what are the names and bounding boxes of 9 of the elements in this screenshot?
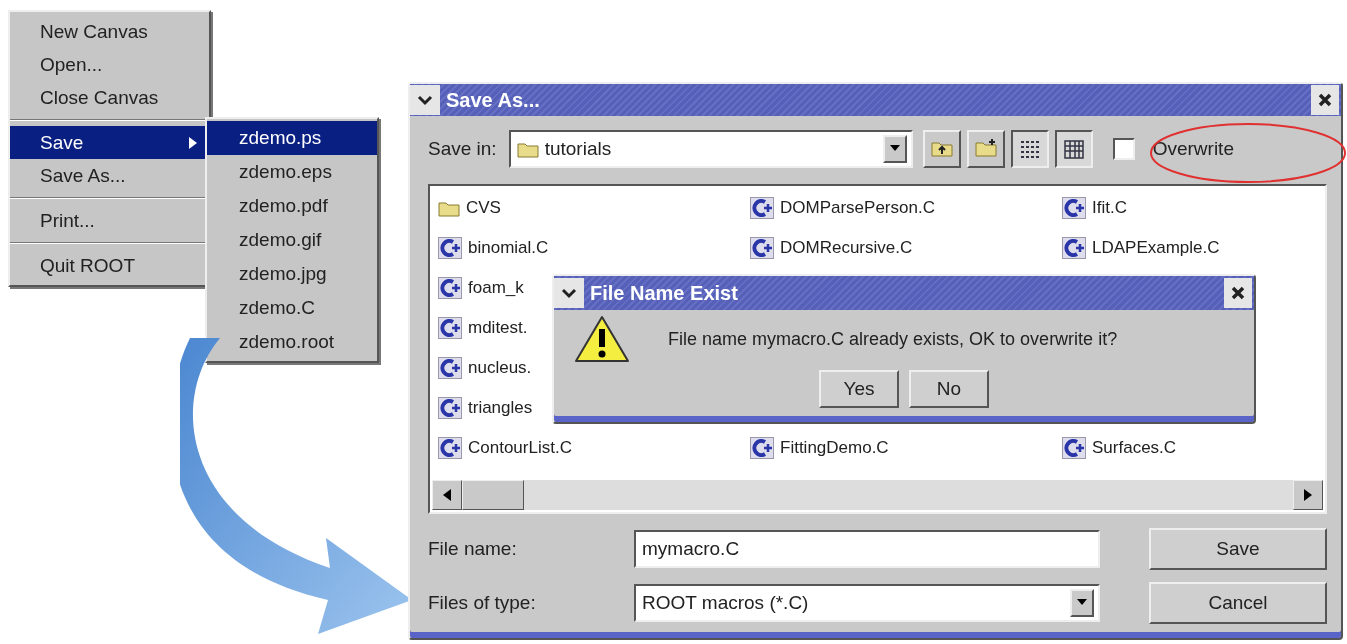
folder-name: tutorials [544, 138, 613, 160]
overwrite-label: Overwrite [1152, 138, 1234, 160]
file-type-label: Files of type: [428, 592, 537, 614]
file-name-label: File name: [428, 538, 518, 560]
save-in-label: Save in: [428, 138, 497, 160]
file-type-value: ROOT macros (*.C) [642, 592, 810, 614]
dialog-title: File Name Exist [589, 281, 738, 305]
window-title: Save As... [445, 88, 540, 112]
dialog-message: File name mymacro.C already exists, OK to overwrite it? [668, 328, 1118, 350]
